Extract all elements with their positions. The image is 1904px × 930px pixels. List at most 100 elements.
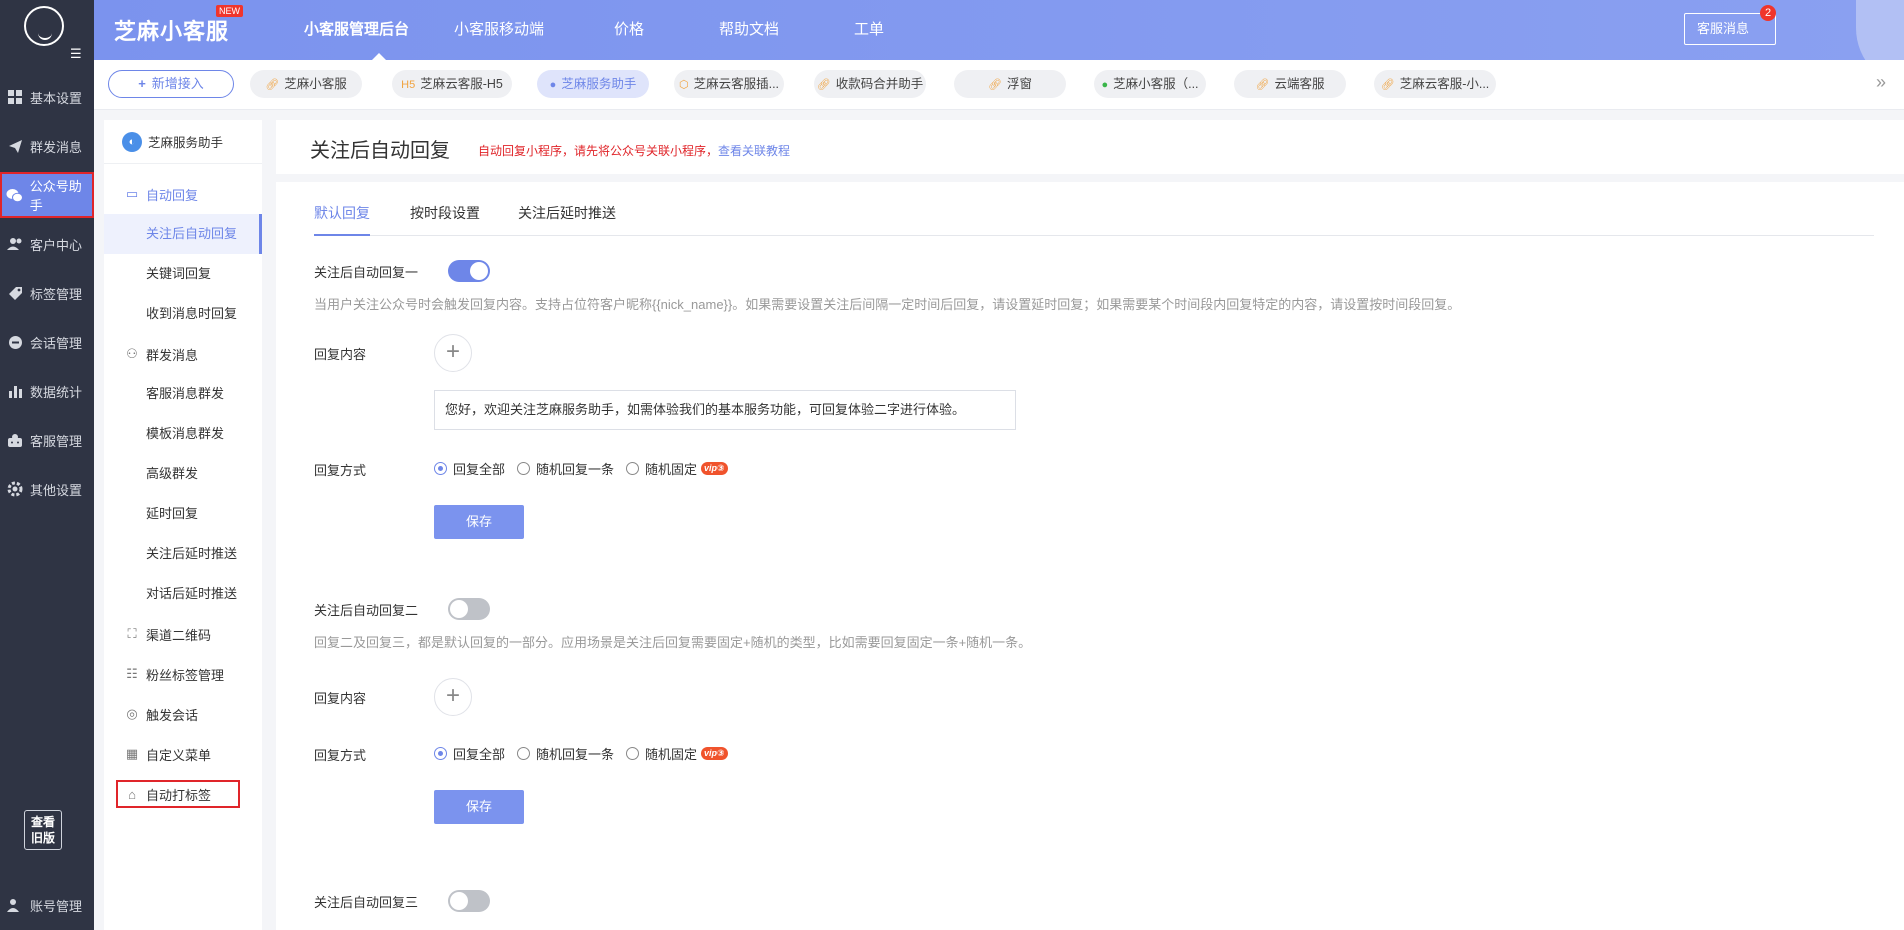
platform-tab-label: 芝麻云客服-小...: [1399, 77, 1490, 91]
old-version-button[interactable]: 查看 旧版: [24, 810, 62, 850]
platform-tab[interactable]: 🔗︎ 芝麻小客服: [250, 70, 362, 98]
sidebar-item-cs-mass[interactable]: 客服消息群发: [104, 374, 262, 414]
radio-random-one[interactable]: 随机回复一条: [517, 459, 614, 478]
rail-item-label: 群发消息: [30, 139, 83, 155]
platform-tab[interactable]: ⬡ 芝麻云客服插...: [674, 70, 784, 98]
rail-item-label: 其他设置: [30, 482, 83, 498]
service-message-badge: 2: [1760, 5, 1776, 21]
top-nav-ticket[interactable]: 工单: [854, 0, 914, 60]
radio-label: 回复全部: [453, 462, 506, 477]
reply1-toggle[interactable]: [448, 260, 490, 282]
sidebar-item-chat-delay-push[interactable]: 对话后延时推送: [104, 574, 262, 614]
rail-item-statistics[interactable]: 数据统计: [0, 368, 94, 414]
sidebar-group-mass[interactable]: ⚇ 群发消息: [104, 334, 262, 374]
radio-label: 回复全部: [453, 747, 506, 762]
top-nav-mobile[interactable]: 小客服移动端: [454, 0, 614, 60]
sidebar-item-template-mass[interactable]: 模板消息群发: [104, 414, 262, 454]
sidebar-item-follow-reply[interactable]: 关注后自动回复: [104, 214, 262, 254]
reply1-save-button[interactable]: 保存: [434, 505, 524, 539]
radio-dot: [434, 747, 447, 760]
platform-tab[interactable]: 🔗︎ 收款码合并助手: [814, 70, 926, 98]
rail-item-tag-management[interactable]: 标签管理: [0, 270, 94, 316]
radio-random-one[interactable]: 随机回复一条: [517, 744, 614, 763]
reply2-save-button[interactable]: 保存: [434, 790, 524, 824]
sidebar-item-advanced-mass[interactable]: 高级群发: [104, 454, 262, 494]
platform-tab[interactable]: ● 芝麻小客服（...: [1094, 70, 1206, 98]
collapse-menu-icon[interactable]: ☰: [70, 47, 86, 60]
sidebar-group-label: 自动打标签: [146, 787, 212, 803]
sidebar-item-keyword-reply[interactable]: 关键词回复: [104, 254, 262, 294]
platform-tab-label: 芝麻云客服-H5: [420, 77, 503, 91]
platform-tab[interactable]: 🔗︎ 云端客服: [1234, 70, 1346, 98]
app-logo[interactable]: [24, 6, 64, 46]
platform-tab-active[interactable]: ● 芝麻服务助手: [537, 70, 649, 98]
sidebar-group-auto-reply[interactable]: ▭ 自动回复: [104, 174, 262, 214]
account-management[interactable]: 账号管理: [0, 882, 94, 928]
platform-tab-label: 云端客服: [1274, 77, 1325, 91]
account-label: 账号管理: [30, 898, 83, 914]
sidebar-group-label: 自定义菜单: [146, 747, 212, 763]
radio-reply-all[interactable]: 回复全部: [434, 744, 505, 763]
signal-icon: ◎: [126, 706, 138, 721]
reply1-message-box[interactable]: 您好，欢迎关注芝麻服务助手，如需体验我们的基本服务功能，可回复体验二字进行体验。: [434, 390, 1016, 430]
brand-name[interactable]: 芝麻小客服: [114, 14, 229, 46]
sidebar-item-follow-delay-push[interactable]: 关注后延时推送: [104, 534, 262, 574]
h5-icon: H5: [401, 79, 416, 91]
tab-delay-push[interactable]: 关注后延时推送: [518, 190, 616, 236]
platform-tab[interactable]: 🔗︎ 芝麻云客服-小...: [1374, 70, 1496, 98]
reply1-add-content-button[interactable]: +: [434, 334, 472, 372]
link-icon: 🔗︎: [988, 79, 1002, 91]
platform-tab-label: 收款码合并助手: [835, 77, 924, 91]
top-nav-help[interactable]: 帮助文档: [719, 0, 854, 60]
reply2-toggle[interactable]: [448, 598, 490, 620]
reply2-add-content-button[interactable]: +: [434, 678, 472, 716]
radio-random-fixed[interactable]: 随机固定: [626, 744, 697, 763]
rail-item-label: 客户中心: [30, 237, 83, 253]
rail-item-customer-center[interactable]: 客户中心: [0, 221, 94, 267]
top-nav-admin[interactable]: 小客服管理后台: [304, 0, 454, 60]
secondary-sidebar: ◐ 芝麻服务助手 ▭ 自动回复 关注后自动回复 关键词回复 收到消息时回复 ⚇ 群发…: [104, 120, 262, 930]
reply3-toggle[interactable]: [448, 890, 490, 912]
tab-default-reply[interactable]: 默认回复: [314, 190, 370, 236]
rail-item-mass-message[interactable]: 群发消息: [0, 123, 94, 169]
sidebar-group-label: 渠道二维码: [146, 627, 212, 643]
top-nav-price[interactable]: 价格: [614, 0, 719, 60]
sidebar-item-message-reply[interactable]: 收到消息时回复: [104, 294, 262, 334]
radio-reply-all[interactable]: 回复全部: [434, 459, 505, 478]
sidebar-group-auto-tag[interactable]: ⌂ 自动打标签: [116, 780, 240, 808]
wechat-icon: [6, 186, 24, 204]
sidebar-group-fans-tag[interactable]: ☷ 粉丝标签管理: [104, 654, 262, 694]
sidebar-group-custom-menu[interactable]: ▦ 自定义菜单: [104, 734, 262, 774]
assistant-logo-icon: ◐: [122, 131, 142, 152]
sidebar-group-trigger-session[interactable]: ◎ 触发会话: [104, 694, 262, 734]
sidebar-group-label: 触发会话: [146, 707, 199, 723]
tutorial-link[interactable]: 查看关联教程: [718, 144, 790, 158]
rail-item-basic-settings[interactable]: 基本设置: [0, 74, 94, 120]
platform-tab[interactable]: 🔗︎ 浮窗: [954, 70, 1066, 98]
add-access-button[interactable]: + 新增接入: [108, 70, 234, 98]
page-note-text: 自动回复小程序，请先将公众号关联小程序，: [478, 144, 719, 158]
platform-tab[interactable]: H5 芝麻云客服-H5: [392, 70, 512, 98]
qrcode-icon: ⛶: [127, 626, 137, 641]
menu-grid-icon: ▦: [125, 746, 139, 761]
radio-dot: [517, 462, 531, 475]
sidebar-group-label: 粉丝标签管理: [146, 667, 225, 683]
reply1-label: 关注后自动回复一: [314, 265, 419, 280]
plus-icon: +: [138, 76, 146, 91]
rail-item-session-management[interactable]: 会话管理: [0, 319, 94, 365]
platform-tab-label: 芝麻服务助手: [561, 77, 637, 91]
tab-time-setting[interactable]: 按时段设置: [410, 190, 480, 236]
rail-item-agent-management[interactable]: 客服管理: [0, 417, 94, 463]
wechat-icon: ●: [1101, 79, 1109, 91]
sidebar-group-qrcode[interactable]: ⛶ 渠道二维码: [104, 614, 262, 654]
rail-item-other-settings[interactable]: 其他设置: [0, 466, 94, 512]
scroll-right-icon[interactable]: »: [1876, 72, 1886, 93]
rail-item-label: 公众号助手: [29, 179, 82, 213]
sidebar-group-label: 自动回复: [146, 187, 199, 203]
rail-item-official-account-assistant[interactable]: 公众号助手: [0, 172, 94, 218]
page-title: 关注后自动回复: [310, 140, 450, 162]
radio-random-fixed[interactable]: 随机固定: [626, 459, 697, 478]
grid-icon: [6, 88, 24, 106]
wechat-icon: ●: [549, 79, 557, 91]
sidebar-item-delay-reply[interactable]: 延时回复: [104, 494, 262, 534]
